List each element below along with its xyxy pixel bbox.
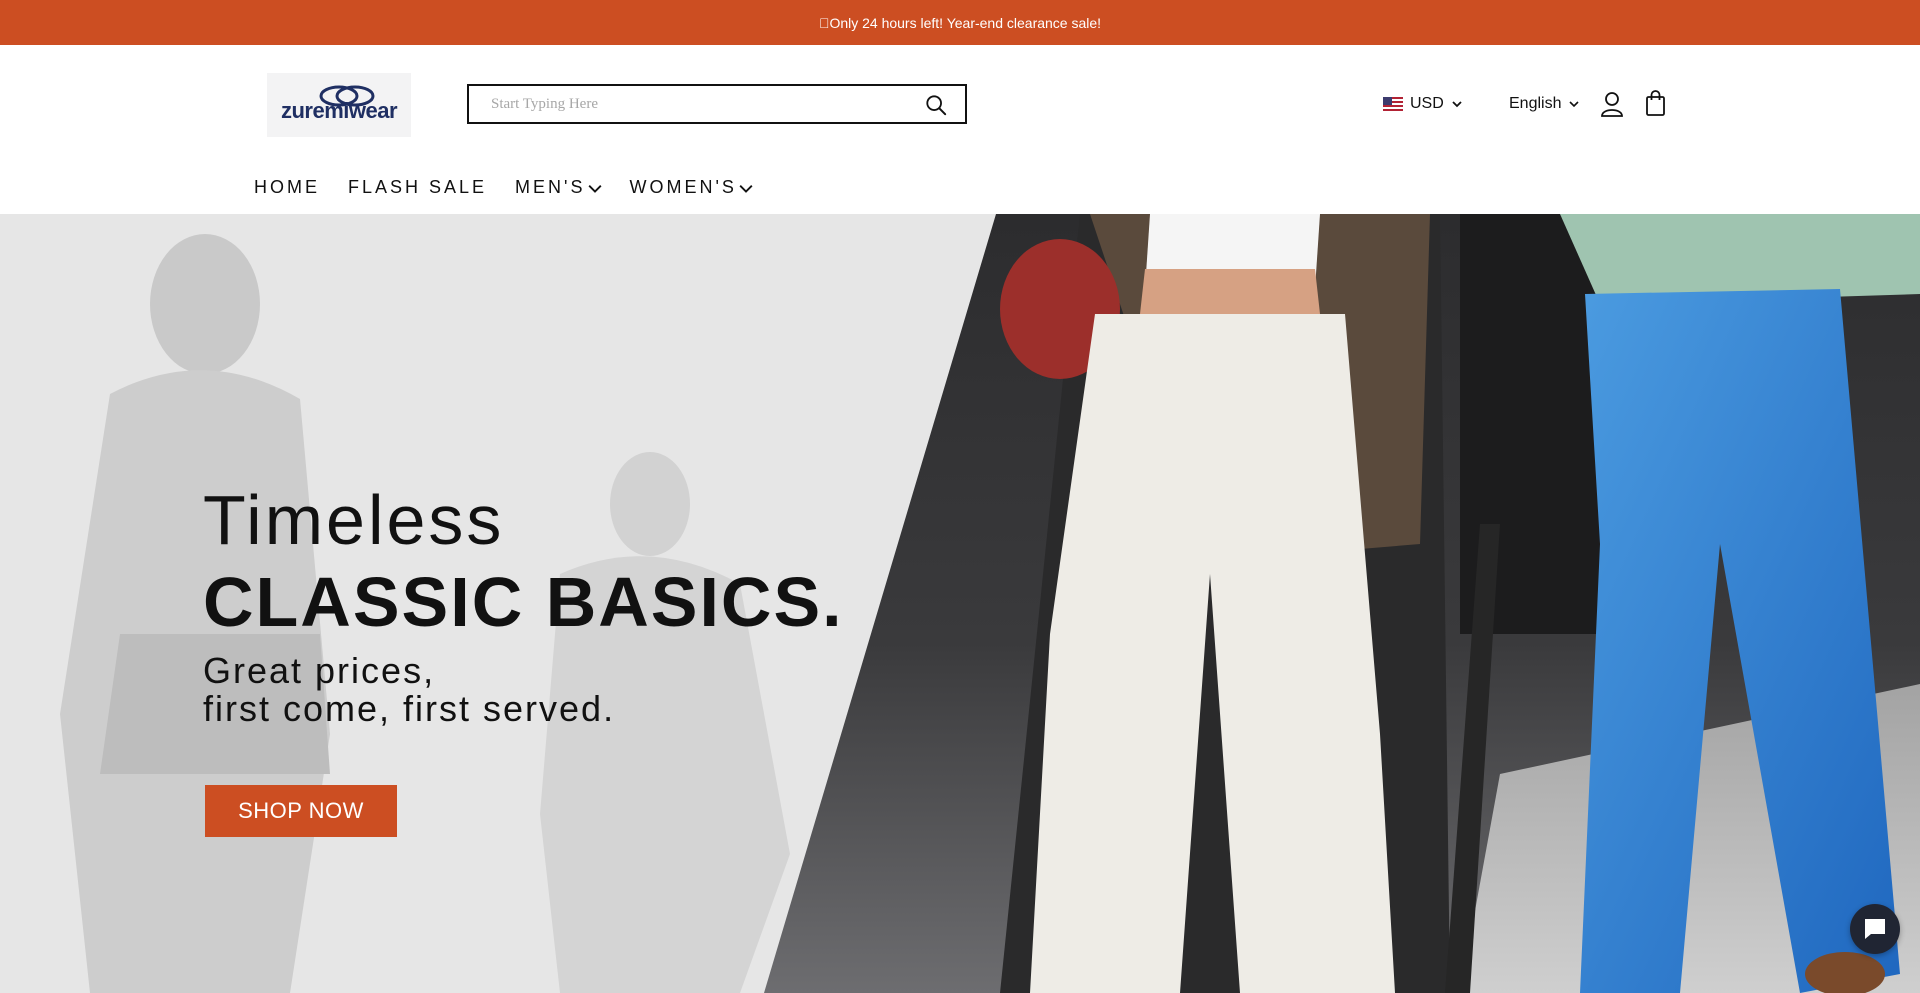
announcement-bar:  Only 24 hours left! Year-end clearance … [0,0,1920,45]
chevron-down-icon [588,184,601,193]
search-box [467,84,967,124]
nav-flash-sale[interactable]: FLASH SALE [348,177,487,198]
hero-subtext-line2: first come, first served. [203,688,616,729]
site-header: zuremiwear USD English HOME FLASH S [0,45,1920,214]
nav-home[interactable]: HOME [254,177,320,198]
search-icon[interactable] [925,94,947,116]
announcement-text:  Only 24 hours left! Year-end clearance … [818,14,1102,31]
nav-home-label: HOME [254,177,320,197]
language-selector[interactable]: English [1509,94,1580,114]
hero-heading-line2: CLASSIC BASICS. [203,563,844,641]
chevron-down-icon [1452,101,1462,108]
nav-flash-sale-label: FLASH SALE [348,177,488,197]
language-label: English [1509,95,1562,112]
user-icon[interactable] [1600,91,1624,117]
logo-text: zuremiwear [280,98,398,123]
hero-banner: Timeless CLASSIC BASICS. Great prices, f… [0,214,1920,993]
chat-icon [1865,919,1885,939]
hero-heading-line1: Timeless [203,481,505,559]
currency-label: USD [1410,95,1444,112]
chevron-down-icon [1569,101,1580,108]
shop-now-button[interactable]: SHOP NOW [205,785,397,837]
shopping-bag-icon[interactable] [1645,90,1666,116]
currency-selector[interactable]: USD [1383,94,1463,114]
chevron-down-icon [739,184,753,193]
us-flag-icon [1383,97,1403,111]
nav-mens-label: MEN'S [515,177,586,197]
logo[interactable]: zuremiwear [267,73,411,137]
main-nav: HOME FLASH SALE MEN'S WOMEN'S [254,177,753,198]
nav-womens[interactable]: WOMEN'S [630,177,753,198]
chat-button[interactable] [1850,904,1900,954]
search-input[interactable] [469,86,911,122]
nav-mens[interactable]: MEN'S [515,177,601,198]
hero-subtext-line1: Great prices, [203,650,436,691]
nav-womens-label: WOMEN'S [629,177,737,197]
